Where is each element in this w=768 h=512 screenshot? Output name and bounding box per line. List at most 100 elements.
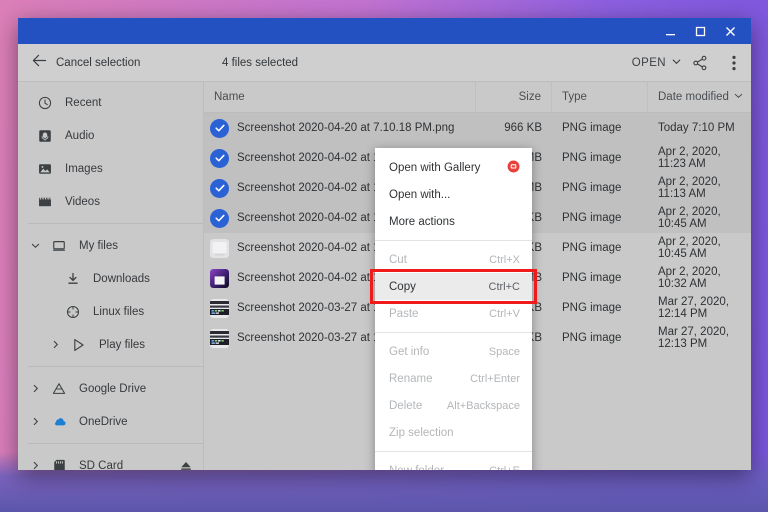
eject-icon[interactable]	[179, 459, 193, 471]
sidebar-item-play-files[interactable]: Play files	[18, 328, 203, 361]
menu-item-more-actions[interactable]: More actions	[375, 208, 532, 235]
navigation-sidebar: Recent Audio Images Videos My files Down…	[18, 82, 204, 470]
clock-icon	[32, 96, 58, 110]
sidebar-item-label: Google Drive	[79, 382, 147, 395]
file-name-label: Screenshot 2020-04-20 at 7.10.18 PM.png	[237, 122, 455, 134]
share-button[interactable]	[683, 46, 717, 80]
play-store-icon	[66, 338, 92, 352]
window-titlebar	[18, 18, 751, 44]
column-header-type[interactable]: Type	[552, 82, 648, 112]
table-row[interactable]: Screenshot 2020-04-20 at 7.10.18 PM.png 9…	[204, 113, 751, 143]
menu-item-copy[interactable]: Copy Ctrl+C	[370, 269, 537, 304]
file-type-cell: PNG image	[562, 272, 622, 284]
menu-item-label: Get info	[389, 345, 430, 358]
file-type-cell: PNG image	[562, 212, 622, 224]
file-size-cell: 966 KB	[504, 122, 542, 134]
sidebar-item-label: SD Card	[79, 459, 124, 471]
sidebar-item-videos[interactable]: Videos	[18, 185, 203, 218]
chevron-right-icon[interactable]	[24, 417, 46, 426]
sort-descending-icon	[734, 91, 743, 103]
column-header-size[interactable]: Size	[476, 82, 552, 112]
file-date-cell: Apr 2, 2020, 10:32 AM	[658, 266, 721, 290]
open-button[interactable]: OPEN	[624, 53, 683, 73]
file-date-cell: Today 7:10 PM	[658, 122, 735, 134]
sidebar-item-label: Downloads	[93, 272, 150, 285]
sidebar-item-downloads[interactable]: Downloads	[18, 262, 203, 295]
chevron-down-icon[interactable]	[24, 241, 46, 250]
sidebar-item-audio[interactable]: Audio	[18, 119, 203, 152]
row-checkbox-checked[interactable]	[210, 148, 229, 168]
row-checkbox-checked[interactable]	[210, 178, 229, 198]
google-drive-icon	[46, 382, 72, 396]
sidebar-item-label: Play files	[99, 338, 146, 351]
file-type-cell: PNG image	[562, 332, 622, 344]
sidebar-divider	[28, 366, 203, 367]
menu-item-label: Copy	[389, 280, 416, 293]
sidebar-item-sd-card[interactable]: SD Card	[18, 449, 203, 470]
file-date-cell: Apr 2, 2020, 11:13 AM	[658, 176, 721, 200]
menu-divider	[375, 451, 532, 452]
file-thumbnail	[210, 328, 229, 348]
chevron-right-icon[interactable]	[24, 384, 46, 393]
sidebar-item-label: Audio	[65, 129, 95, 142]
sidebar-item-linux-files[interactable]: Linux files	[18, 295, 203, 328]
column-header-name[interactable]: Name	[204, 82, 476, 112]
close-icon[interactable]	[715, 18, 745, 44]
menu-item-shortcut: Space	[488, 345, 520, 358]
menu-item-open-with-gallery[interactable]: Open with Gallery	[375, 154, 532, 181]
menu-divider	[375, 240, 532, 241]
menu-item-label: Open with...	[389, 188, 451, 201]
menu-item-shortcut: Ctrl+E	[489, 465, 520, 471]
selection-count-label: 4 files selected	[222, 56, 299, 69]
menu-item-shortcut: Alt+Backspace	[446, 399, 520, 412]
minimize-icon[interactable]	[655, 18, 685, 44]
file-thumbnail	[210, 298, 229, 318]
open-button-label: OPEN	[631, 56, 666, 69]
menu-divider	[375, 332, 532, 333]
file-type-cell: PNG image	[562, 152, 622, 164]
more-options-button[interactable]	[717, 46, 751, 80]
sidebar-item-google-drive[interactable]: Google Drive	[18, 372, 203, 405]
menu-item-label: Zip selection	[389, 426, 454, 439]
file-list-header: Name Size Type Date modified	[204, 82, 751, 113]
chevron-right-icon[interactable]	[24, 461, 46, 470]
file-thumbnail	[210, 238, 229, 258]
file-date-cell: Apr 2, 2020, 11:23 AM	[658, 146, 721, 170]
column-header-date[interactable]: Date modified	[648, 82, 751, 112]
menu-item-cut: Cut Ctrl+X	[375, 246, 532, 273]
selection-toolbar: Cancel selection 4 files selected OPEN	[18, 44, 751, 82]
menu-item-open-with[interactable]: Open with...	[375, 181, 532, 208]
maximize-icon[interactable]	[685, 18, 715, 44]
context-menu: Open with Gallery Open with... More action…	[370, 148, 537, 471]
video-icon	[32, 195, 58, 209]
menu-item-rename: Rename Ctrl+Enter	[375, 365, 532, 392]
row-checkbox-checked[interactable]	[210, 118, 229, 138]
menu-item-zip-selection: Zip selection	[375, 419, 532, 446]
sidebar-item-label: Images	[65, 162, 103, 175]
sidebar-item-label: Videos	[65, 195, 100, 208]
chevron-down-icon	[672, 57, 681, 69]
file-type-cell: PNG image	[562, 182, 622, 194]
menu-item-label: Open with Gallery	[389, 161, 481, 174]
gallery-icon	[507, 160, 520, 176]
cancel-selection-button[interactable]: Cancel selection	[18, 53, 204, 73]
audio-icon	[32, 129, 58, 143]
sidebar-item-recent[interactable]: Recent	[18, 86, 203, 119]
menu-item-new-folder: New folder Ctrl+E	[375, 457, 532, 471]
file-type-cell: PNG image	[562, 242, 622, 254]
menu-item-label: New folder	[389, 465, 444, 471]
cancel-selection-label: Cancel selection	[56, 56, 141, 69]
sidebar-item-my-files[interactable]: My files	[18, 229, 203, 262]
download-icon	[60, 272, 86, 286]
file-date-cell: Apr 2, 2020, 10:45 AM	[658, 206, 721, 230]
file-date-cell: Apr 2, 2020, 10:45 AM	[658, 236, 721, 260]
chevron-right-icon[interactable]	[44, 340, 66, 349]
file-date-cell: Mar 27, 2020, 12:14 PM	[658, 296, 729, 320]
sidebar-item-onedrive[interactable]: OneDrive	[18, 405, 203, 438]
sidebar-item-label: OneDrive	[79, 415, 128, 428]
menu-item-label: Delete	[389, 399, 423, 412]
row-checkbox-checked[interactable]	[210, 208, 229, 228]
file-type-cell: PNG image	[562, 122, 622, 134]
computer-icon	[46, 239, 72, 253]
sidebar-item-images[interactable]: Images	[18, 152, 203, 185]
